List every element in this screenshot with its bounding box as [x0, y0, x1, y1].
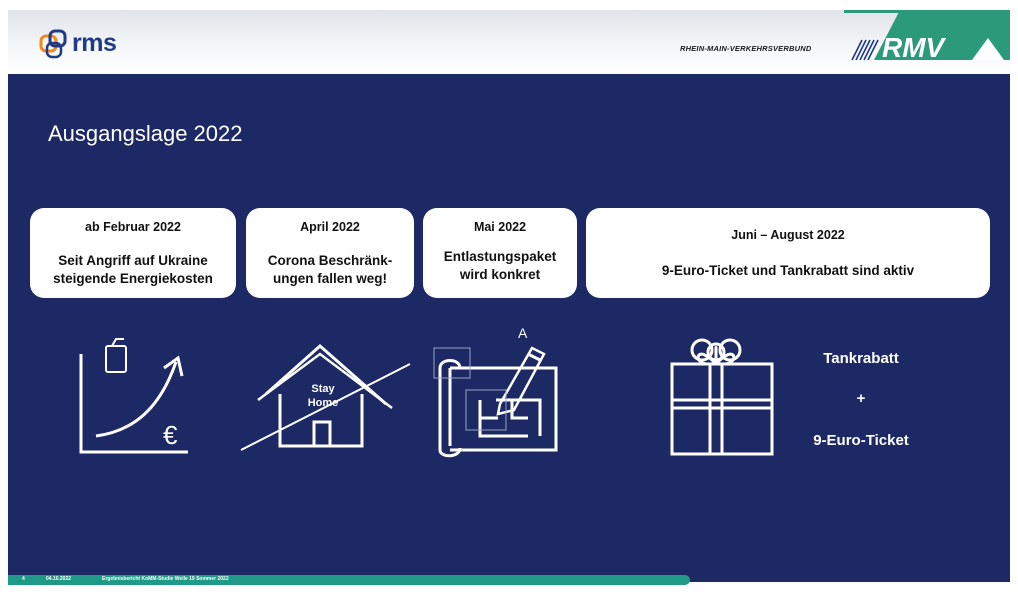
stay-home-icon: Stay Home: [240, 343, 411, 451]
card-line: 9-Euro-Ticket und Tankrabatt sind aktiv: [661, 263, 915, 278]
rms-logo-icon: [39, 29, 67, 59]
card-date: Mai 2022: [473, 220, 527, 234]
card-line: Seit Angriff auf Ukraine: [58, 253, 208, 268]
stay-text: Stay: [311, 383, 335, 395]
rmv-logo-text: RMV: [882, 32, 947, 63]
card-line: Corona Beschränk-: [267, 253, 393, 268]
page-number: 4: [22, 576, 25, 582]
home-text: Home: [308, 397, 339, 409]
rms-logo-text: rms: [72, 29, 117, 57]
gift-icon: [670, 338, 774, 456]
plus-sign: +: [856, 390, 866, 407]
card-april: April 2022 Corona Beschränk- ungen falle…: [246, 208, 414, 298]
euro-symbol: €: [163, 420, 178, 450]
card-date: Juni – August 2022: [731, 228, 845, 242]
card-line: wird konkret: [459, 267, 541, 282]
page-title: Ausgangslage 2022: [48, 121, 243, 146]
blueprint-letter: A: [518, 325, 528, 341]
card-may: Mai 2022 Entlastungspaket wird konkret: [423, 208, 577, 298]
footer-description: Ergebnisbericht KoMM-Studie Welle 19 Som…: [102, 576, 229, 582]
blueprint-pencil-icon: A: [433, 325, 558, 458]
energy-cost-chart-icon: €: [79, 338, 188, 454]
card-body: 9-Euro-Ticket und Tankrabatt sind aktiv: [586, 262, 990, 280]
nine-euro-ticket-label: 9-Euro-Ticket: [813, 432, 909, 449]
rmv-logo: RMV: [844, 10, 1010, 63]
rmv-name: RHEIN-MAIN-VERKEHRSVERBUND: [680, 44, 812, 53]
rms-logo: rms: [38, 28, 148, 62]
header-bar: rms RHEIN-MAIN-VERKEHRSVERBUND RMV: [8, 10, 1010, 74]
card-february: ab Februar 2022 Seit Angriff auf Ukraine…: [30, 208, 236, 298]
tankrabatt-label: Tankrabatt: [823, 350, 899, 367]
card-june-august: Juni – August 2022 9-Euro-Ticket und Tan…: [586, 208, 990, 298]
footer-bar: 4 04.10.2022 Ergebnisbericht KoMM-Studie…: [8, 575, 690, 585]
card-body: Corona Beschränk- ungen fallen weg!: [246, 252, 414, 288]
card-body: Entlastungspaket wird konkret: [423, 248, 577, 284]
card-line: steigende Energiekosten: [53, 271, 213, 286]
card-line: Entlastungspaket: [443, 249, 557, 264]
card-date: April 2022: [300, 220, 360, 234]
card-date: ab Februar 2022: [85, 220, 181, 234]
card-body: Seit Angriff auf Ukraine steigende Energ…: [30, 252, 236, 288]
slide: rms RHEIN-MAIN-VERKEHRSVERBUND RMV Ausga…: [8, 10, 1010, 590]
main-panel: Ausgangslage 2022 ab Februar 2022 Seit A…: [8, 74, 1010, 582]
card-line: ungen fallen weg!: [272, 271, 387, 286]
footer-date: 04.10.2022: [46, 576, 72, 582]
